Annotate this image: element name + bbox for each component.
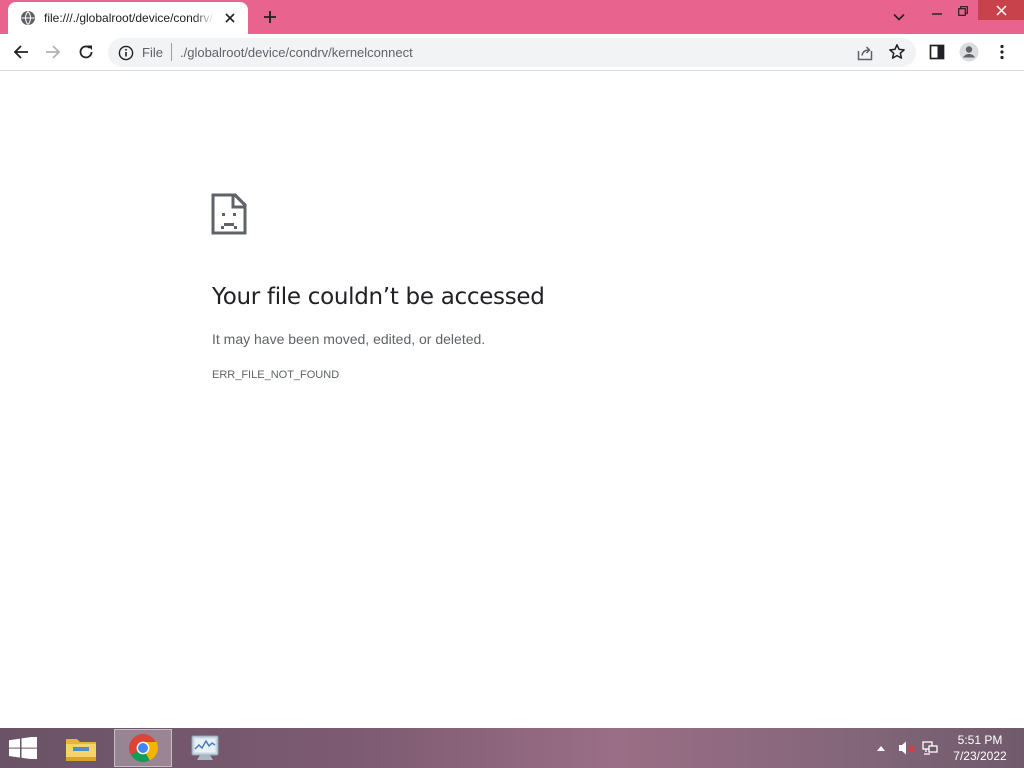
error-description: It may have been moved, edited, or delet… <box>212 331 486 347</box>
file-explorer-taskbar-item[interactable] <box>52 729 110 767</box>
url-text[interactable]: ./globalroot/device/condrv/kernelconnect <box>180 45 413 60</box>
task-manager-taskbar-item[interactable] <box>176 729 234 767</box>
url-scheme-label: File <box>142 45 163 60</box>
page-content: Your file couldn’t be accessed It may ha… <box>0 71 1024 728</box>
volume-muted-icon <box>899 741 915 755</box>
network-button[interactable] <box>920 740 940 756</box>
restore-button[interactable] <box>952 0 974 22</box>
clock-time: 5:51 PM <box>957 733 1003 747</box>
forward-button[interactable] <box>41 40 65 64</box>
plus-icon <box>264 11 276 23</box>
star-bookmark-icon[interactable] <box>888 43 906 61</box>
tray-overflow-button[interactable] <box>874 740 888 756</box>
minimize-button[interactable] <box>926 0 948 22</box>
volume-button[interactable] <box>896 740 918 756</box>
tab-active[interactable]: file:///./globalroot/device/condrv/kerne… <box>8 2 248 34</box>
restore-icon <box>958 6 968 16</box>
tab-search-button[interactable] <box>888 6 910 28</box>
share-icon[interactable] <box>856 44 874 62</box>
minimize-icon <box>932 13 942 15</box>
info-icon[interactable] <box>118 45 134 61</box>
task-manager-icon <box>191 735 219 760</box>
chevron-up-icon <box>877 746 885 751</box>
title-bar: file:///./globalroot/device/condrv/kerne… <box>0 0 1024 34</box>
error-heading: Your file couldn’t be accessed <box>212 284 545 310</box>
windows-start-icon[interactable] <box>8 737 38 759</box>
address-divider <box>171 43 172 61</box>
side-panel-icon <box>929 44 945 60</box>
tab-close-icon[interactable] <box>220 8 240 28</box>
reload-icon <box>79 45 93 59</box>
chevron-down-icon <box>893 13 905 21</box>
taskbar: 5:51 PM 7/23/2022 <box>0 728 1024 768</box>
error-code: ERR_FILE_NOT_FOUND <box>212 369 340 381</box>
profile-avatar-icon <box>959 42 979 62</box>
window-close-button[interactable] <box>978 0 1024 20</box>
close-icon <box>995 4 1007 16</box>
network-icon <box>922 741 938 755</box>
file-explorer-icon <box>66 739 96 761</box>
new-tab-button[interactable] <box>258 7 282 27</box>
back-button[interactable] <box>9 40 33 64</box>
address-bar[interactable]: File ./globalroot/device/condrv/kernelco… <box>108 38 916 67</box>
globe-icon <box>21 11 35 25</box>
menu-button[interactable] <box>990 40 1014 64</box>
clock-date: 7/23/2022 <box>953 749 1007 763</box>
chrome-icon <box>129 734 158 762</box>
profile-button[interactable] <box>957 40 981 64</box>
system-clock[interactable]: 5:51 PM 7/23/2022 <box>940 732 1020 764</box>
tab-title: file:///./globalroot/device/condrv/kerne… <box>44 11 214 25</box>
arrow-right-icon <box>46 45 61 59</box>
side-panel-button[interactable] <box>925 40 949 64</box>
arrow-left-icon <box>13 45 28 59</box>
sad-file-icon <box>211 193 247 235</box>
reload-button[interactable] <box>74 40 98 64</box>
chrome-taskbar-item[interactable] <box>114 729 172 767</box>
more-vertical-icon <box>1000 44 1004 60</box>
